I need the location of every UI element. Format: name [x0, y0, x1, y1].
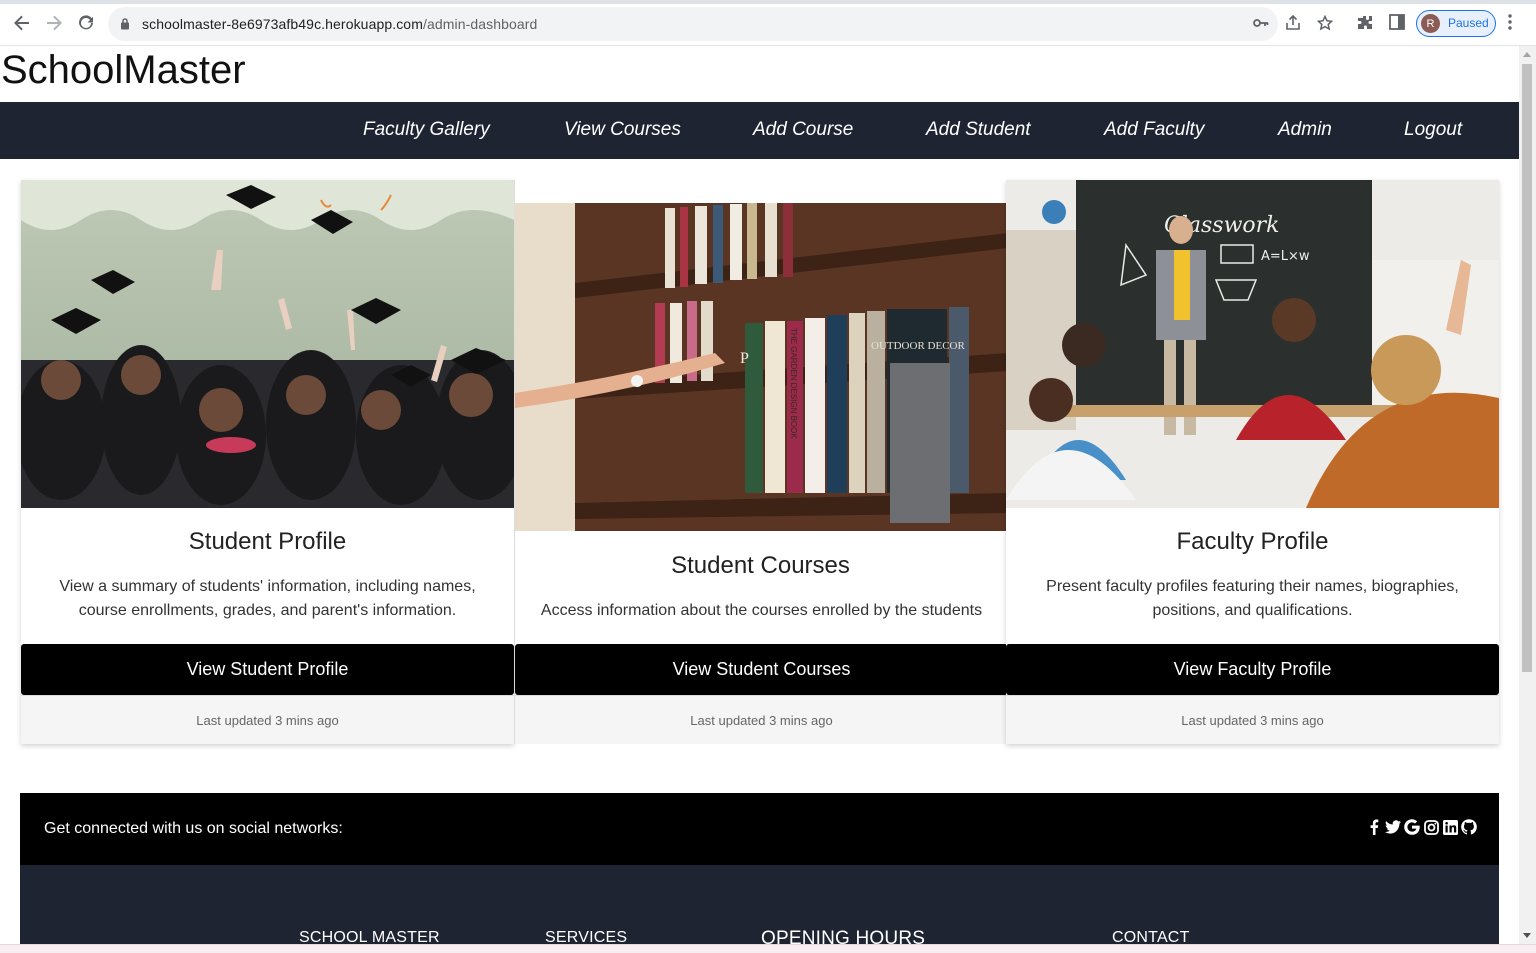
main-navbar: Faculty Gallery View Courses Add Course …: [0, 102, 1519, 159]
footer-main: SCHOOL MASTER SERVICES OPENING HOURS CON…: [20, 865, 1499, 944]
instagram-icon[interactable]: [1423, 818, 1439, 836]
extensions-icon[interactable]: [1356, 14, 1374, 32]
share-icon[interactable]: [1285, 14, 1301, 31]
github-icon[interactable]: [1461, 818, 1477, 836]
url-host: schoolmaster-8e6973afb49c.herokuapp.com: [142, 16, 423, 32]
bookmark-star-icon[interactable]: [1316, 14, 1334, 31]
nav-add-course[interactable]: Add Course: [753, 119, 853, 141]
footer-heading-services: SERVICES: [545, 929, 628, 944]
card-last-updated: Last updated 3 mins ago: [515, 695, 1008, 744]
profile-button[interactable]: R Paused: [1416, 10, 1496, 37]
profile-status: Paused: [1448, 16, 1489, 30]
tab-strip: [0, 0, 1536, 4]
nav-view-courses[interactable]: View Courses: [564, 119, 681, 141]
board-formula-text: A=L×w: [1261, 249, 1310, 264]
graduation-caps-photo: [21, 180, 514, 508]
twitter-icon[interactable]: [1385, 818, 1401, 836]
linkedin-icon[interactable]: [1442, 818, 1458, 836]
card-last-updated: Last updated 3 mins ago: [1006, 695, 1499, 744]
browser-menu-icon[interactable]: [1508, 14, 1520, 32]
page-scrollbar[interactable]: [1519, 46, 1536, 944]
footer-heading-contact: CONTACT: [1112, 929, 1190, 944]
scroll-up-arrow[interactable]: [1523, 52, 1531, 57]
google-icon[interactable]: [1404, 818, 1420, 836]
side-panel-icon[interactable]: [1389, 14, 1407, 32]
lock-icon: [120, 17, 130, 35]
social-text: Get connected with us on social networks…: [44, 820, 343, 837]
footer-heading-school-master: SCHOOL MASTER: [299, 929, 440, 944]
nav-faculty-gallery[interactable]: Faculty Gallery: [363, 119, 490, 141]
bottom-edge: [0, 944, 1536, 953]
social-icons: [1366, 818, 1477, 836]
forward-icon[interactable]: [43, 12, 65, 34]
card-description: Present faculty profiles featuring their…: [1046, 578, 1459, 619]
nav-logout[interactable]: Logout: [1404, 119, 1462, 141]
card-title: Student Courses: [671, 552, 850, 579]
address-bar[interactable]: schoolmaster-8e6973afb49c.herokuapp.com/…: [108, 7, 1278, 41]
site-brand[interactable]: SchoolMaster: [1, 48, 246, 93]
view-student-courses-button[interactable]: View Student Courses: [515, 644, 1008, 695]
view-student-profile-button[interactable]: View Student Profile: [21, 644, 514, 695]
book-spine-text: THE GARDEN DESIGN BOOK: [789, 328, 798, 439]
card-last-updated: Last updated 3 mins ago: [21, 695, 514, 744]
footer-heading-opening-hours: OPENING HOURS: [761, 928, 926, 944]
card-title: Faculty Profile: [1176, 528, 1329, 555]
card-description: Access information about the courses enr…: [540, 602, 983, 619]
url-path: /admin-dashboard: [422, 16, 538, 32]
scrollbar-thumb[interactable]: [1522, 64, 1532, 672]
reload-icon[interactable]: [75, 12, 97, 34]
page-content: SchoolMaster Faculty Gallery View Course…: [0, 46, 1519, 944]
library-bookshelf-photo: OUTDOOR DECOR P THE GARDEN DESIGN BOOK: [515, 203, 1008, 531]
student-profile-card: Student Profile View a summary of studen…: [21, 180, 514, 744]
nav-admin[interactable]: Admin: [1278, 119, 1332, 141]
browser-toolbar: schoolmaster-8e6973afb49c.herokuapp.com/…: [0, 0, 1536, 46]
faculty-profile-card: Classwork A=L×w Faculty Profile Present …: [1006, 180, 1499, 744]
nav-add-faculty[interactable]: Add Faculty: [1104, 119, 1204, 141]
back-icon[interactable]: [11, 12, 33, 34]
book-letter-text: P: [740, 350, 749, 367]
url-text: schoolmaster-8e6973afb49c.herokuapp.com/…: [142, 16, 537, 32]
key-icon[interactable]: [1253, 16, 1269, 32]
scroll-down-arrow[interactable]: [1523, 933, 1531, 938]
avatar: R: [1421, 14, 1440, 33]
social-bar: Get connected with us on social networks…: [20, 793, 1499, 865]
classroom-photo: Classwork A=L×w: [1006, 180, 1499, 508]
card-description: View a summary of students' information,…: [59, 578, 476, 619]
facebook-icon[interactable]: [1366, 818, 1382, 836]
view-faculty-profile-button[interactable]: View Faculty Profile: [1006, 644, 1499, 695]
nav-add-student[interactable]: Add Student: [926, 119, 1031, 141]
book-title-text: OUTDOOR DECOR: [871, 340, 965, 352]
card-title: Student Profile: [188, 528, 347, 555]
student-courses-card: OUTDOOR DECOR P THE GARDEN DESIGN BOOK S…: [514, 180, 1008, 744]
